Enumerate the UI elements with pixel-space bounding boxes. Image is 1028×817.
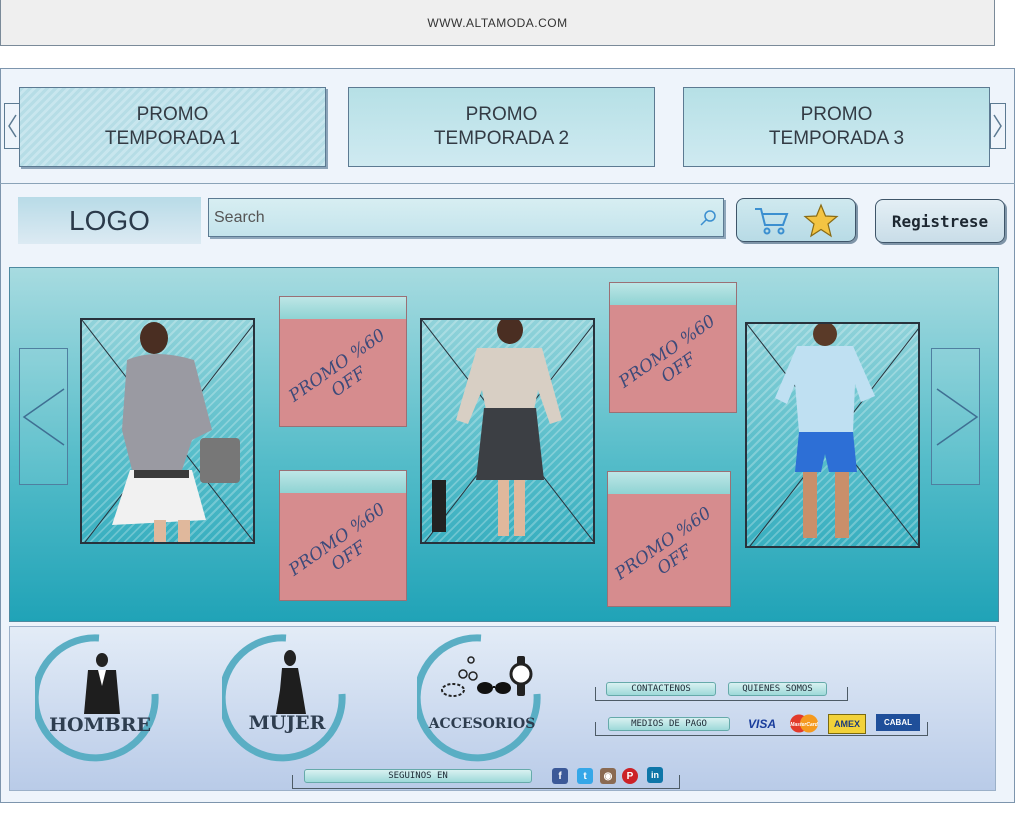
pinterest-icon[interactable]: P (622, 768, 638, 784)
mastercard-logo: MasterCard (787, 714, 821, 733)
promo-badge-4[interactable]: PROMO %60 OFF (607, 471, 731, 607)
product-card-2[interactable] (420, 318, 595, 544)
category-mujer[interactable]: MUJER (222, 634, 352, 764)
contact-label: CONTACTENOS (631, 684, 691, 694)
cart-icon[interactable] (753, 205, 791, 237)
logo[interactable]: LOGO (18, 197, 201, 244)
promo-1-line2: TEMPORADA 1 (104, 128, 241, 149)
promo-3-line1: PROMO (800, 104, 873, 125)
star-icon[interactable] (803, 203, 839, 239)
search-input[interactable]: Search (208, 198, 724, 237)
category-label-hombre: HOMBRE (49, 714, 151, 736)
promo-banner-3[interactable]: PROMO TEMPORADA 3 (683, 87, 990, 167)
category-label-mujer: MUJER (248, 712, 326, 734)
amex-logo: AMEX (828, 714, 866, 734)
linkedin-icon[interactable]: in (647, 767, 663, 783)
product-image-woman-blazer (82, 320, 253, 542)
chevron-right-icon (993, 114, 1002, 138)
chevron-right-icon (936, 388, 979, 446)
search-icon[interactable] (699, 209, 717, 227)
url-bar[interactable]: WWW.ALTAMODA.COM (0, 0, 995, 46)
promo-3-line2: TEMPORADA 3 (768, 128, 905, 149)
category-label-accesorios: ACCESORIOS (428, 716, 536, 732)
cart-favorites-group (736, 198, 856, 242)
badge-header (280, 297, 406, 319)
svg-text:MasterCard: MasterCard (790, 722, 818, 728)
carousel-next-button[interactable] (931, 348, 980, 485)
promo-badge-2[interactable]: PROMO %60 OFF (279, 470, 407, 601)
follow-label: SEGUINOS EN (388, 771, 448, 781)
promo-1-line1: PROMO (136, 104, 209, 125)
follow-us-label: SEGUINOS EN (304, 769, 532, 783)
url-text: WWW.ALTAMODA.COM (427, 15, 568, 30)
badge-header (608, 472, 730, 494)
carousel-prev-button[interactable] (19, 348, 68, 485)
category-accesorios[interactable]: ACCESORIOS (417, 634, 547, 764)
badge-header (280, 471, 406, 493)
cabal-logo: CABAL (876, 714, 920, 731)
woman-dress-icon (276, 650, 306, 714)
product-card-3[interactable] (745, 322, 920, 548)
search-placeholder: Search (214, 208, 265, 226)
promo-next-arrow[interactable] (990, 103, 1006, 149)
promo-2-line1: PROMO (465, 104, 538, 125)
promo-badge-3[interactable]: PROMO %60 OFF (609, 282, 737, 413)
man-suit-icon (84, 653, 120, 714)
logo-text: LOGO (69, 204, 150, 236)
chevron-left-icon (8, 114, 17, 138)
chevron-left-icon (22, 388, 65, 446)
contact-link[interactable]: CONTACTENOS (606, 682, 716, 696)
facebook-icon[interactable]: f (552, 768, 568, 784)
product-image-woman-blouse (422, 320, 593, 542)
product-image-man-shirt (747, 324, 918, 546)
instagram-icon[interactable]: ◉ (600, 768, 616, 784)
payment-methods-link[interactable]: MEDIOS DE PAGO (608, 717, 730, 731)
payment-label: MEDIOS DE PAGO (631, 719, 707, 729)
register-button[interactable]: Registrese (875, 199, 1005, 243)
about-label: QUIENES SOMOS (742, 684, 813, 694)
promo-banner-1[interactable]: PROMO TEMPORADA 1 (19, 87, 326, 167)
register-label: Registrese (891, 211, 989, 231)
accessories-icon (441, 656, 533, 697)
promo-prev-arrow[interactable] (4, 103, 20, 149)
promo-banner-2[interactable]: PROMO TEMPORADA 2 (348, 87, 655, 167)
category-hombre[interactable]: HOMBRE (35, 634, 165, 764)
about-link[interactable]: QUIENES SOMOS (728, 682, 827, 696)
visa-logo: VISA (747, 716, 776, 731)
promo-2-line2: TEMPORADA 2 (433, 128, 570, 149)
promo-badge-1[interactable]: PROMO %60 OFF (279, 296, 407, 427)
product-card-1[interactable] (80, 318, 255, 544)
badge-header (610, 283, 736, 305)
twitter-icon[interactable]: t (577, 768, 593, 784)
